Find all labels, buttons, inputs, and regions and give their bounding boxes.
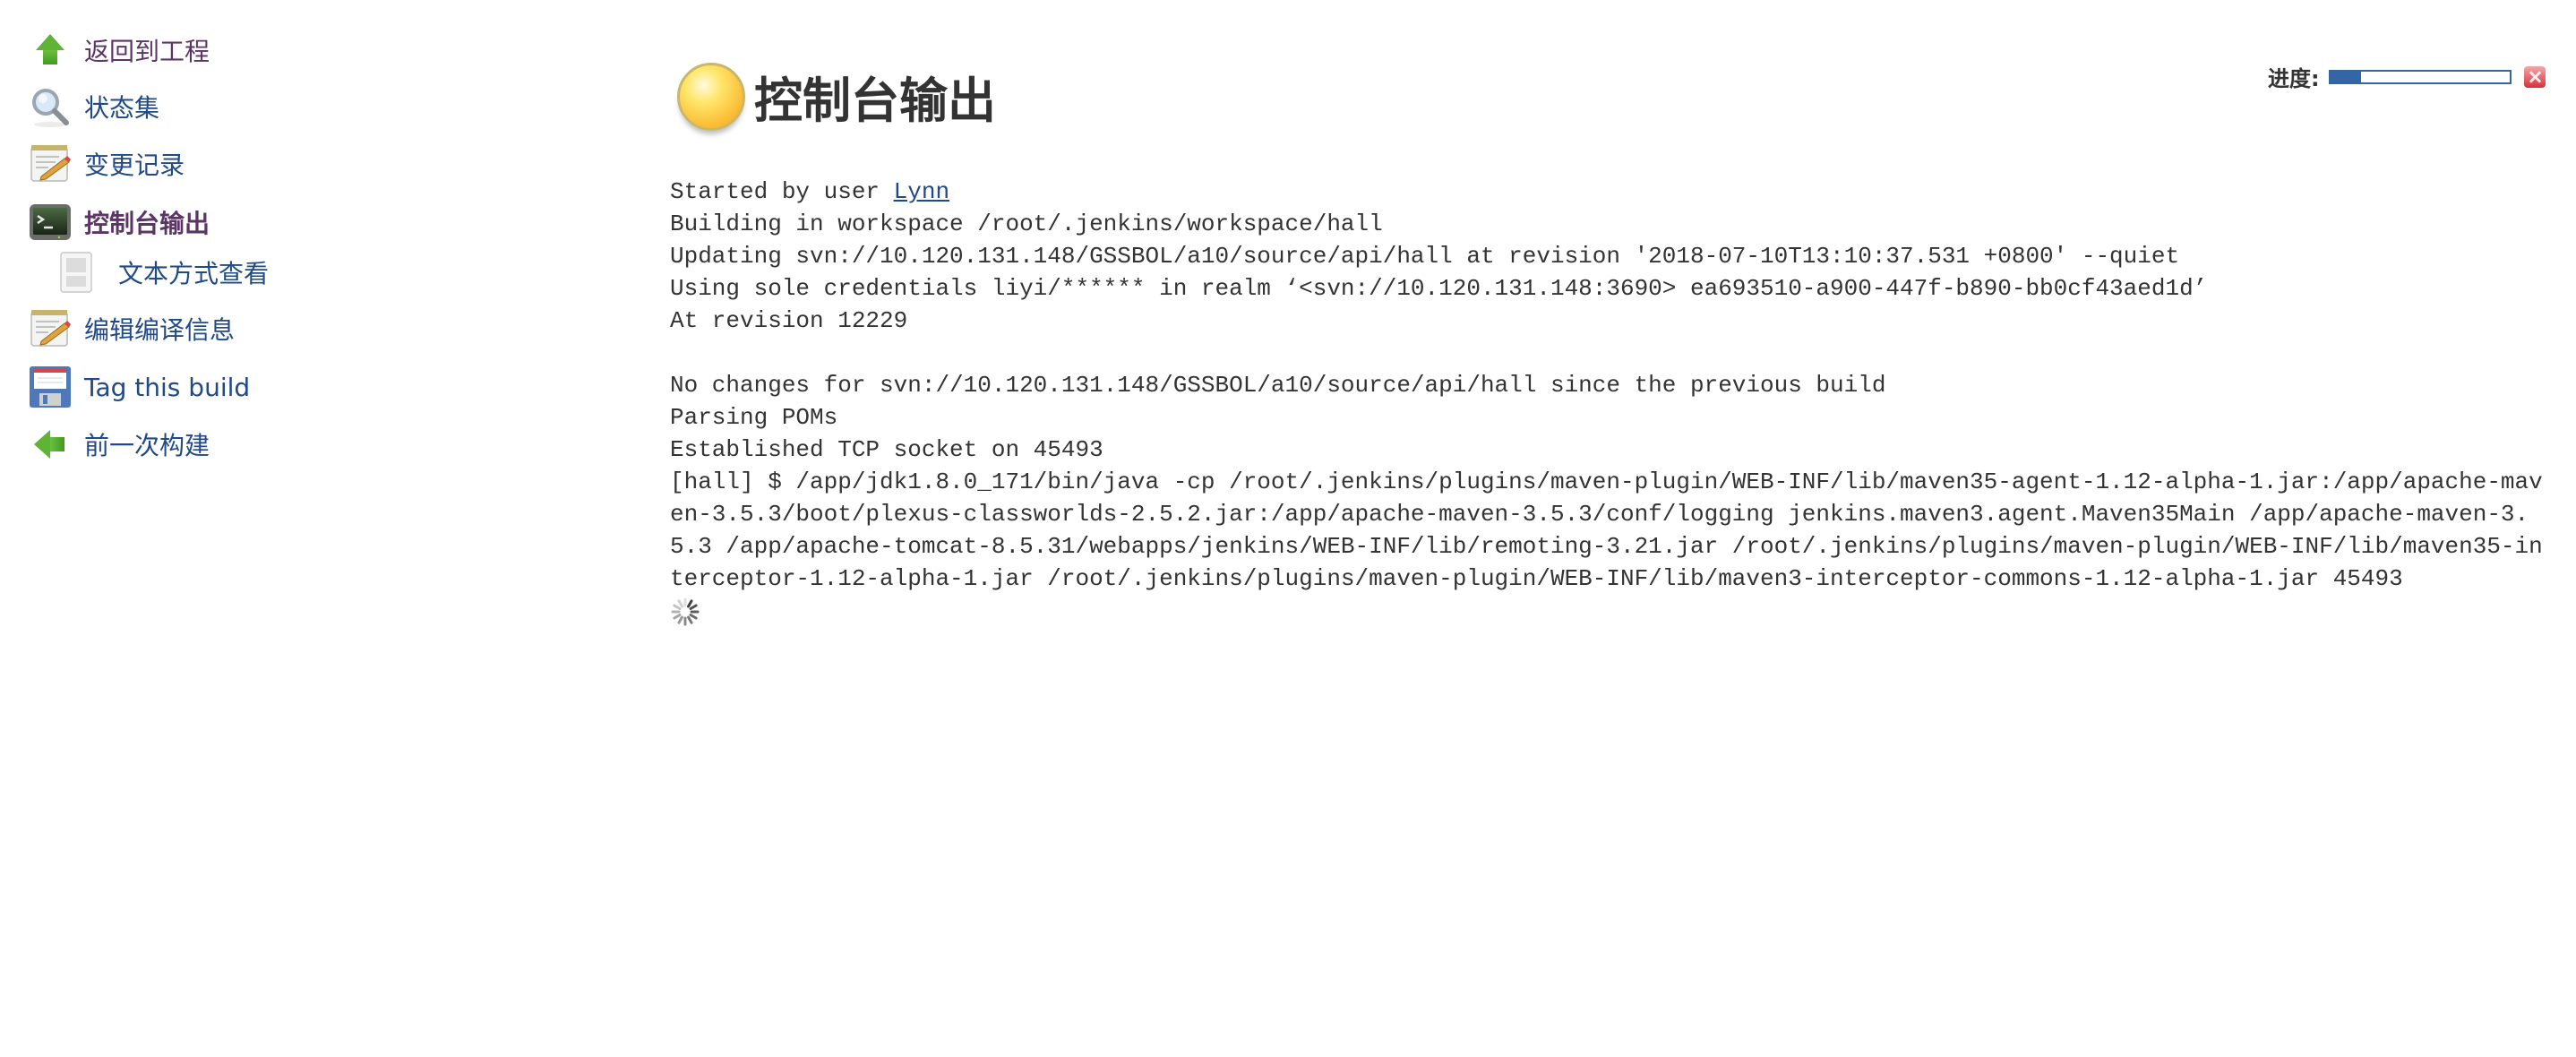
sidebar-item-edit-build-info[interactable]: 编辑编译信息 [29, 305, 235, 352]
sidebar-item-label: 变更记录 [84, 150, 185, 180]
build-progress: 进度: [2268, 61, 2546, 92]
console-line: Building in workspace /root/.jenkins/wor… [670, 211, 1383, 237]
user-link[interactable]: Lynn [894, 178, 949, 205]
floppy-disk-icon [29, 365, 72, 408]
console-line: Using sole credentials liyi/****** in re… [670, 275, 2208, 302]
sidebar-item-label: 控制台输出 [84, 209, 210, 238]
notepad-pencil-icon [29, 307, 72, 350]
spinner-tick [673, 604, 682, 610]
sidebar-item-previous-build[interactable]: 前一次构建 [29, 421, 210, 468]
console-line: Established TCP socket on 45493 [670, 436, 1103, 463]
progress-bar [2328, 69, 2512, 84]
spinner-tick [687, 599, 693, 608]
console-text: Started by user [670, 178, 894, 205]
stop-build-icon[interactable] [2523, 65, 2546, 88]
page-header: 控制台输出 [677, 61, 996, 132]
sidebar-item-label: 返回到工程 [84, 37, 210, 66]
sidebar-item-label: 编辑编译信息 [84, 315, 236, 345]
console-line: [hall] $ /app/jdk1.8.0_171/bin/java -cp … [670, 468, 2543, 592]
sidebar-item-tag-this-build[interactable]: Tag this build [29, 364, 250, 410]
spinner-tick [677, 615, 683, 624]
terminal-icon [29, 201, 72, 244]
sidebar-item-view-as-plain-text[interactable]: 文本方式查看 [57, 249, 269, 296]
document-icon [57, 251, 100, 294]
spinner-tick [689, 614, 698, 620]
arrow-up-icon [29, 29, 72, 72]
sidebar-item-console-output[interactable]: 控制台输出 [29, 199, 210, 245]
notepad-pencil-icon [29, 142, 72, 185]
arrow-left-icon [29, 423, 72, 466]
console-lines: Building in workspace /root/.jenkins/wor… [670, 211, 2543, 592]
console-line: Parsing POMs [670, 404, 838, 431]
magnifier-icon [29, 85, 72, 128]
spinner-tick [673, 614, 682, 620]
sidebar-item-status[interactable]: 状态集 [29, 83, 159, 130]
progress-label: 进度: [2268, 66, 2320, 91]
progress-fill [2330, 71, 2361, 82]
sidebar-item-label: 状态集 [84, 93, 160, 123]
spinner-tick [677, 599, 683, 608]
console-line-started: Started by user Lynn [670, 178, 949, 205]
spinner-tick [689, 604, 698, 610]
page-title: 控制台输出 [754, 73, 996, 129]
console-line: At revision 12229 [670, 307, 908, 334]
sidebar-item-changes[interactable]: 变更记录 [29, 141, 185, 187]
console-line: No changes for svn://10.120.131.148/GSSB… [670, 372, 1886, 399]
sidebar-item-back-to-project[interactable]: 返回到工程 [29, 27, 210, 73]
loading-spinner-icon [670, 597, 700, 627]
spinner-tick [687, 615, 693, 624]
sidebar-item-label: 前一次构建 [84, 431, 210, 460]
sidebar-item-label: 文本方式查看 [118, 259, 270, 288]
console-line: Updating svn://10.120.131.148/GSSBOL/a10… [670, 243, 2180, 270]
console-output: Started by user Lynn Building in workspa… [670, 176, 2551, 595]
sidebar-item-label: Tag this build [84, 372, 251, 402]
yellow-ball-icon [677, 62, 745, 131]
